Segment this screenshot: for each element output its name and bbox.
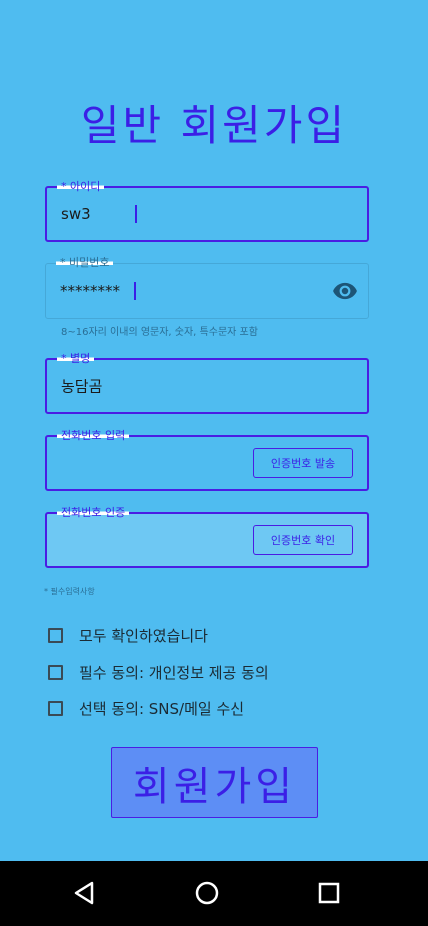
- signup-button[interactable]: 회원가입: [111, 747, 318, 818]
- verify-label: 전화번호 인증: [57, 505, 130, 521]
- agree-all-row[interactable]: 모두 확인하였습니다: [48, 625, 208, 646]
- nickname-label: * 별명: [57, 351, 95, 367]
- verify-field[interactable]: 전화번호 인증 인증번호 확인: [45, 505, 369, 568]
- text-caret: [134, 282, 136, 300]
- back-icon[interactable]: [70, 878, 100, 908]
- required-note: * 필수입력사항: [44, 587, 95, 596]
- id-label: * 아이디: [57, 179, 105, 195]
- password-hint: 8~16자리 이내의 영문자, 숫자, 특수문자 포함: [61, 327, 258, 338]
- eye-icon[interactable]: [332, 278, 358, 304]
- password-value: ********: [60, 282, 120, 300]
- id-field[interactable]: * 아이디 sw3: [45, 179, 369, 242]
- agree-optional-label: 선택 동의: SNS/메일 수신: [79, 700, 245, 718]
- agree-optional-row[interactable]: 선택 동의: SNS/메일 수신: [48, 698, 244, 719]
- send-code-button[interactable]: 인증번호 발송: [253, 448, 353, 478]
- nickname-value: 농담곰: [61, 377, 103, 396]
- agree-all-label: 모두 확인하였습니다: [79, 627, 208, 645]
- page-title: 일반 회원가입: [80, 101, 348, 150]
- nickname-field[interactable]: * 별명 농담곰: [45, 351, 369, 414]
- text-caret: [135, 205, 137, 223]
- phone-label: 전화번호 입력: [57, 428, 130, 444]
- password-label: * 비밀번호: [56, 255, 114, 271]
- agree-optional-checkbox[interactable]: [48, 701, 63, 716]
- recents-icon[interactable]: [314, 878, 344, 908]
- id-value: sw3: [61, 205, 91, 223]
- agree-all-checkbox[interactable]: [48, 628, 63, 643]
- agree-required-label: 필수 동의: 개인정보 제공 동의: [79, 664, 269, 682]
- navigation-bar: [0, 861, 428, 926]
- agree-required-checkbox[interactable]: [48, 665, 63, 680]
- password-field[interactable]: * 비밀번호 ********: [45, 255, 369, 319]
- home-icon[interactable]: [192, 878, 222, 908]
- agree-required-row[interactable]: 필수 동의: 개인정보 제공 동의: [48, 662, 269, 683]
- phone-field[interactable]: 전화번호 입력 인증번호 발송: [45, 428, 369, 491]
- verify-code-button[interactable]: 인증번호 확인: [253, 525, 353, 555]
